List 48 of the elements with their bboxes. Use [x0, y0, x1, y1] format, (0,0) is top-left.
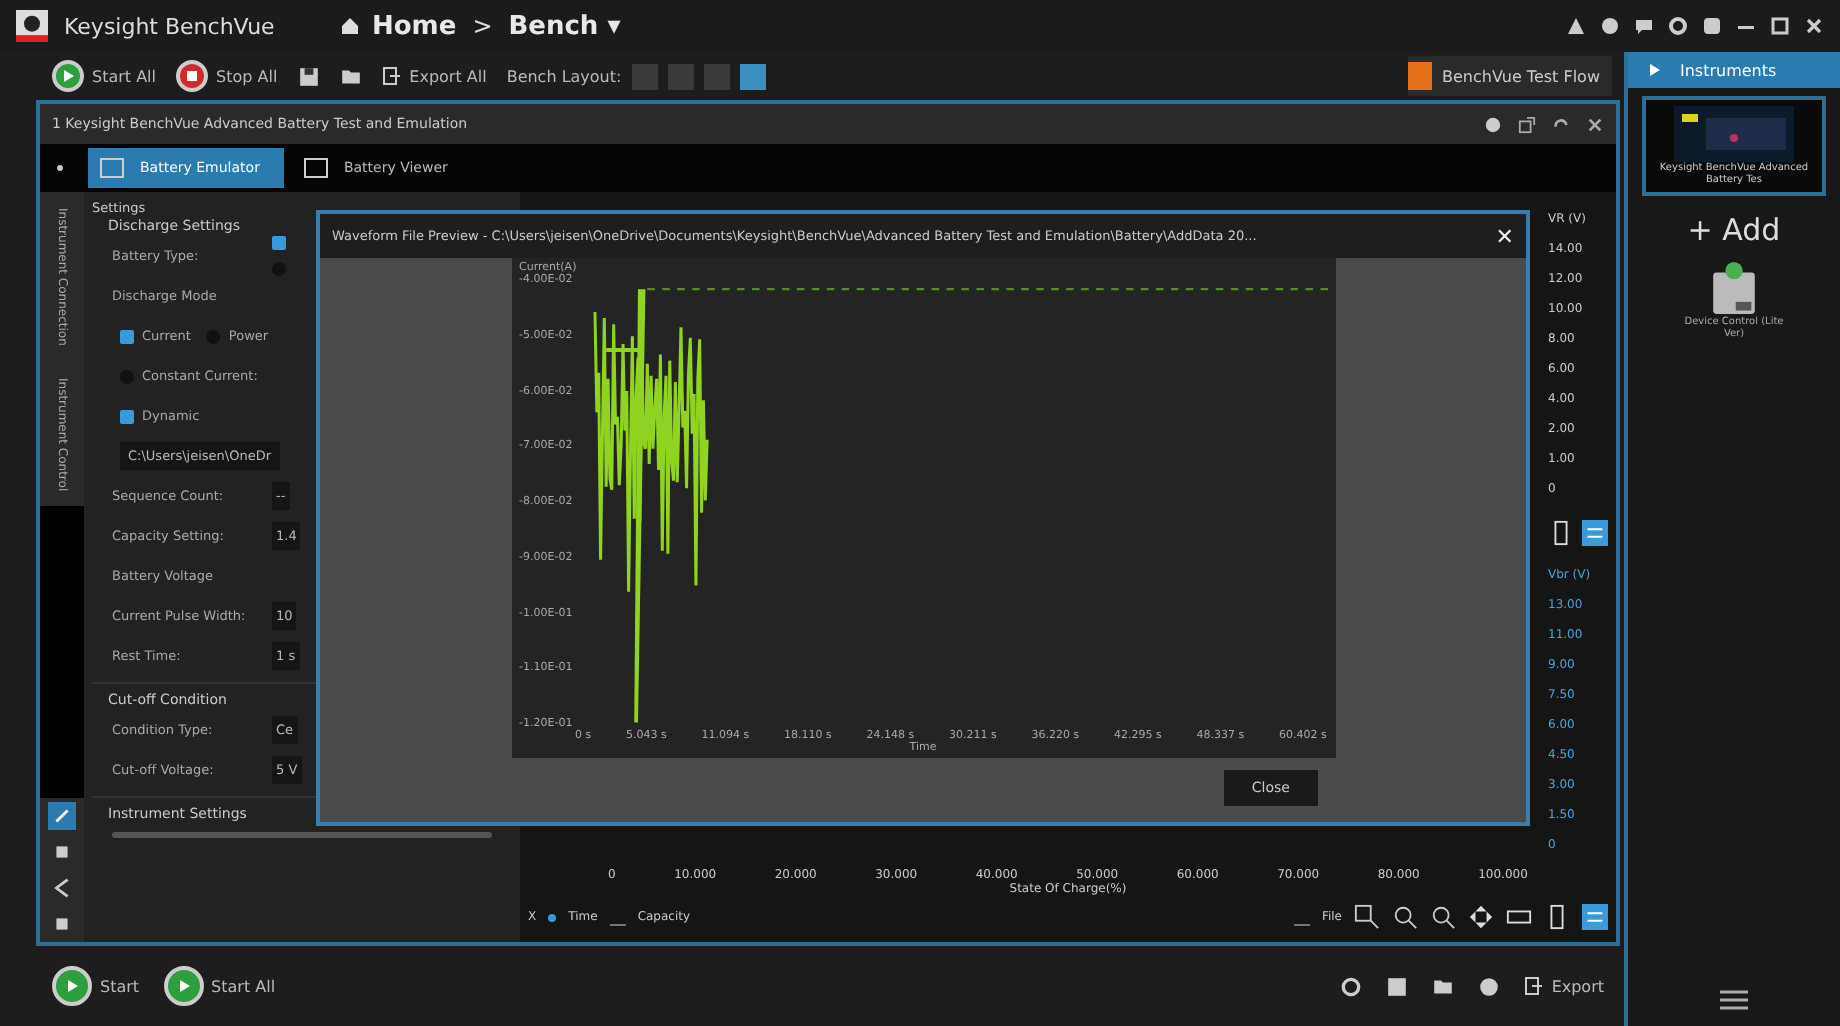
- home-icon: [340, 16, 360, 36]
- export-icon: [381, 66, 402, 86]
- bench-dropdown[interactable]: Bench ▾: [508, 11, 621, 41]
- zoom-in-icon[interactable]: [1392, 904, 1418, 930]
- settings-icon[interactable]: [1339, 975, 1362, 997]
- breadcrumb-separator: >: [472, 12, 493, 40]
- radio-button[interactable]: [120, 329, 134, 343]
- legend-icon[interactable]: [1582, 519, 1608, 545]
- play-icon: [58, 66, 78, 86]
- scrollbar[interactable]: [112, 832, 492, 838]
- export-all-button[interactable]: Export All: [381, 66, 487, 86]
- maximize-icon[interactable]: [1770, 16, 1790, 36]
- settings-icon[interactable]: [1668, 16, 1688, 36]
- folder-icon[interactable]: [1431, 975, 1454, 997]
- zoom-box-icon[interactable]: [1354, 904, 1380, 930]
- play-icon: [1644, 60, 1664, 80]
- stop-icon: [182, 66, 203, 86]
- start-all-button[interactable]: Start All: [163, 966, 276, 1006]
- app-title: Keysight BenchVue: [64, 13, 277, 39]
- export-icon: [1523, 976, 1544, 996]
- folder-icon[interactable]: [339, 65, 362, 87]
- bench-layout-label: Bench Layout:: [506, 67, 622, 85]
- pan-icon[interactable]: [1468, 904, 1494, 930]
- close-button[interactable]: ✕: [1495, 223, 1514, 249]
- chat-icon[interactable]: [1634, 16, 1654, 36]
- edit-icon[interactable]: [48, 802, 76, 830]
- collapse-icon[interactable]: [56, 164, 64, 172]
- warning-icon[interactable]: [1566, 16, 1586, 36]
- instruments-tab[interactable]: Instruments: [1628, 52, 1840, 88]
- start-button[interactable]: Start: [52, 966, 140, 1006]
- menu-icon[interactable]: [1720, 990, 1748, 1010]
- test-flow-button[interactable]: BenchVue Test Flow: [1408, 56, 1612, 96]
- radio-button[interactable]: [120, 409, 134, 423]
- export-button[interactable]: Export: [1523, 976, 1604, 996]
- logo-icon: [16, 10, 48, 42]
- popout-icon[interactable]: [1518, 115, 1536, 133]
- device-icon[interactable]: [1708, 260, 1760, 316]
- stop-all-button[interactable]: Stop All: [176, 60, 278, 92]
- close-icon[interactable]: [1804, 16, 1824, 36]
- zoom-out-icon[interactable]: [1430, 904, 1456, 930]
- home-link[interactable]: Home: [340, 11, 457, 41]
- radio-button[interactable]: [272, 236, 286, 250]
- refresh-icon[interactable]: [1552, 115, 1570, 133]
- play-icon: [62, 976, 82, 996]
- add-button[interactable]: + Add: [1687, 212, 1781, 248]
- start-all-button[interactable]: Start All: [52, 60, 157, 92]
- layout-icon[interactable]: [739, 63, 766, 89]
- close-icon[interactable]: [1586, 115, 1604, 133]
